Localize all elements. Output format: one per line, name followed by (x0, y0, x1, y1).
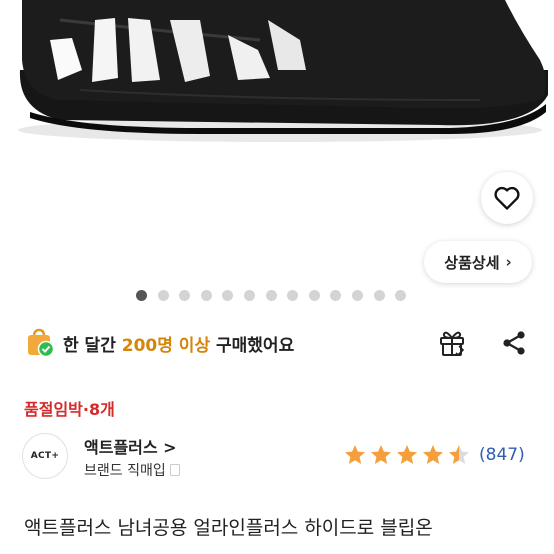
stock-alert: 품절임박·8개 (24, 400, 115, 419)
review-count-link[interactable]: (847) (479, 445, 525, 465)
carousel-dot[interactable] (351, 290, 363, 301)
carousel-dot[interactable] (243, 290, 255, 301)
carousel-dot[interactable] (136, 290, 147, 301)
heart-icon (494, 186, 520, 210)
carousel-dot[interactable] (222, 290, 234, 301)
brand-logo[interactable]: ACT+ (22, 433, 68, 479)
document-icon (169, 464, 180, 476)
carousel-dot[interactable] (200, 290, 212, 301)
product-detail-label: 상품상세 (444, 253, 500, 272)
star-icon (371, 445, 391, 464)
share-icon[interactable] (500, 329, 528, 357)
chevron-right-icon: › (505, 253, 512, 271)
gift-icon[interactable] (437, 328, 467, 358)
product-image[interactable] (0, 0, 554, 160)
carousel-dot[interactable] (308, 290, 320, 301)
wishlist-button[interactable] (481, 172, 533, 224)
carousel-indicator (136, 290, 407, 301)
rating[interactable]: (847) (343, 443, 525, 467)
carousel-dot[interactable] (179, 290, 191, 301)
carousel-dot[interactable] (395, 290, 407, 301)
product-detail-button[interactable]: 상품상세 › (424, 241, 532, 283)
sales-badge: 한 달간 200명 이상 구매했어요 (24, 327, 294, 359)
sales-suffix: 구매했어요 (210, 335, 295, 356)
sales-highlight: 200명 이상 (121, 335, 211, 356)
brand-name-link[interactable]: 액트플러스 > (84, 434, 177, 458)
carousel-dot[interactable] (373, 290, 385, 301)
brand-logo-text: ACT+ (30, 451, 60, 461)
brand-subtitle: 브랜드 직매입 (84, 460, 180, 480)
rating-stars (343, 443, 471, 467)
brand-sub-label: 브랜드 직매입 (84, 463, 166, 479)
carousel-dot[interactable] (157, 290, 169, 301)
star-icon (423, 445, 443, 464)
carousel-dot[interactable] (287, 290, 299, 301)
sales-text: 한 달간 200명 이상 구매했어요 (63, 331, 294, 356)
carousel-dot[interactable] (265, 290, 277, 301)
star-icon (345, 445, 365, 464)
shopping-bag-check-icon (24, 327, 56, 359)
sales-prefix: 한 달간 (63, 335, 122, 356)
star-icon (397, 445, 417, 464)
product-title: 액트플러스 남녀공용 얼라인플러스 하이드로 블립온 (24, 517, 433, 539)
star-icon (449, 445, 469, 464)
carousel-dot[interactable] (330, 290, 342, 301)
